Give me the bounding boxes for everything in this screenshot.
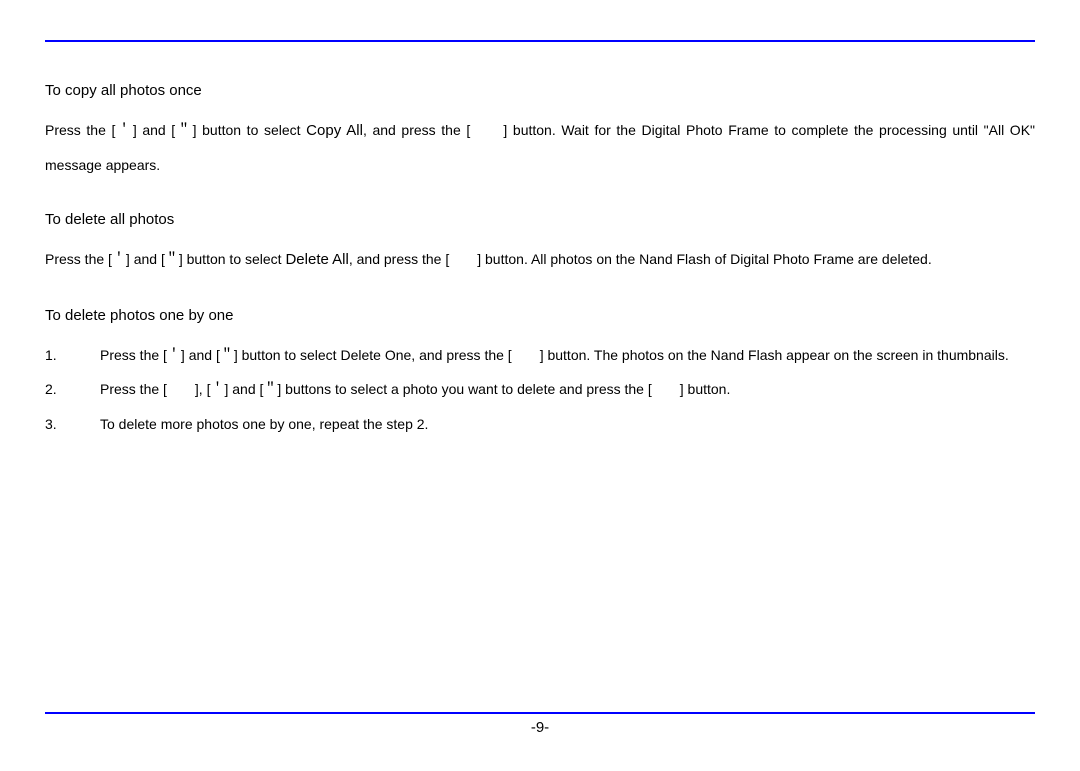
list-number: 2. xyxy=(45,373,100,405)
list-number: 1. xyxy=(45,339,100,371)
section-body: Press the [＇] and [＂] button to select D… xyxy=(45,243,1035,278)
list-item: 2. Press the [ ], [＇] and [＂] buttons to… xyxy=(45,373,1035,405)
text-strong: Delete All xyxy=(285,251,348,268)
text-pre: Press the [＇] and [＂] button to select xyxy=(45,251,285,267)
page-number: -9- xyxy=(45,719,1035,736)
section-title: To delete photos one by one xyxy=(45,307,1035,324)
text-post: , and press the [ ] button. The photos o… xyxy=(411,347,1008,363)
section-delete-one: To delete photos one by one 1. Press the… xyxy=(45,307,1035,440)
bottom-horizontal-rule xyxy=(45,712,1035,714)
section-title: To delete all photos xyxy=(45,211,1035,228)
text-strong: Copy All xyxy=(306,122,363,139)
text-pre: To delete more photos one by one, repeat… xyxy=(100,416,428,432)
section-copy-all: To copy all photos once Press the [＇] an… xyxy=(45,82,1035,181)
list-item: 3. To delete more photos one by one, rep… xyxy=(45,408,1035,440)
section-delete-all: To delete all photos Press the [＇] and [… xyxy=(45,211,1035,278)
text-pre: Press the [＇] and [＂] button to select xyxy=(100,347,340,363)
page-footer: -9- xyxy=(45,712,1035,736)
text-pre: Press the [ ], [＇] and [＂] buttons to se… xyxy=(100,381,730,397)
list-content: Press the [ ], [＇] and [＂] buttons to se… xyxy=(100,373,1035,405)
list-content: To delete more photos one by one, repeat… xyxy=(100,408,1035,440)
section-body: Press the [＇] and [＂] button to select C… xyxy=(45,114,1035,181)
numbered-list: 1. Press the [＇] and [＂] button to selec… xyxy=(45,339,1035,440)
list-item: 1. Press the [＇] and [＂] button to selec… xyxy=(45,339,1035,371)
text-pre: Press the [＇] and [＂] button to select xyxy=(45,122,306,138)
top-horizontal-rule xyxy=(45,40,1035,42)
list-content: Press the [＇] and [＂] button to select D… xyxy=(100,339,1035,371)
section-title: To copy all photos once xyxy=(45,82,1035,99)
text-strong: Delete One xyxy=(340,347,411,363)
list-number: 3. xyxy=(45,408,100,440)
page-content: To copy all photos once Press the [＇] an… xyxy=(0,0,1080,440)
text-post: , and press the [ ] button. All photos o… xyxy=(349,251,932,267)
